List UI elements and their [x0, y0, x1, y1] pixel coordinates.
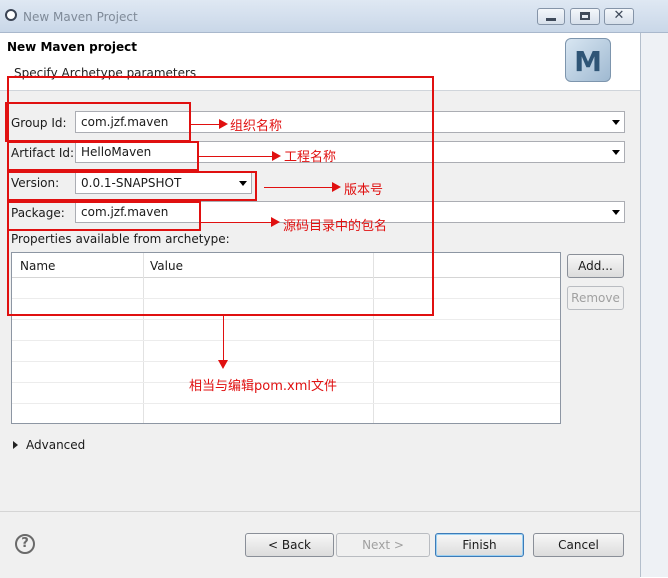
- add-property-button[interactable]: Add...: [567, 254, 624, 278]
- maven-logo-letter: M: [574, 45, 602, 78]
- table-row: [12, 340, 560, 341]
- dropdown-arrow-icon[interactable]: [612, 150, 620, 155]
- minimize-icon: [546, 18, 556, 21]
- annotation-arrow-line: [264, 187, 332, 188]
- annotation-arrow-line: [223, 316, 224, 360]
- annotation-artifact-id: 工程名称: [284, 150, 337, 165]
- annotation-arrow-head-icon: [332, 182, 341, 192]
- annotation-arrow-line: [201, 222, 271, 223]
- annotation-version: 版本号: [344, 183, 384, 198]
- dropdown-arrow-icon[interactable]: [612, 120, 620, 125]
- annotation-version-box: [7, 171, 257, 201]
- annotation-package: 源码目录中的包名: [283, 219, 388, 234]
- cancel-button[interactable]: Cancel: [533, 533, 624, 557]
- annotation-properties: 相当与编辑pom.xml文件: [189, 379, 337, 394]
- annotation-arrow-head-icon: [219, 119, 228, 129]
- background-window-edge: [640, 33, 668, 577]
- close-button[interactable]: ✕: [604, 8, 634, 25]
- next-button[interactable]: Next >: [336, 533, 430, 557]
- window-title: New Maven Project: [23, 10, 138, 24]
- dropdown-arrow-icon[interactable]: [612, 210, 620, 215]
- back-button[interactable]: < Back: [245, 533, 334, 557]
- annotation-group-id-box: [5, 102, 191, 142]
- table-row: [12, 403, 560, 404]
- maven-logo-icon: M: [565, 38, 611, 82]
- page-title: New Maven project: [7, 40, 138, 54]
- eclipse-app-icon: [5, 9, 17, 21]
- expand-triangle-icon[interactable]: [13, 441, 18, 449]
- annotation-package-box: [7, 201, 201, 231]
- annotation-group-id: 组织名称: [230, 119, 283, 134]
- finish-button[interactable]: Finish: [435, 533, 524, 557]
- maximize-icon: [580, 12, 590, 20]
- help-icon[interactable]: ?: [15, 534, 35, 554]
- annotation-artifact-id-box: [7, 141, 199, 171]
- close-icon: ✕: [613, 8, 625, 23]
- annotation-arrow-head-icon: [271, 217, 280, 227]
- table-row: [12, 361, 560, 362]
- annotation-arrow-line: [199, 156, 272, 157]
- annotation-arrow-head-icon: [272, 151, 281, 161]
- maximize-button[interactable]: [570, 8, 600, 25]
- annotation-arrow-line: [191, 124, 219, 125]
- minimize-button[interactable]: [537, 8, 565, 25]
- table-row: [12, 319, 560, 320]
- advanced-section-toggle[interactable]: Advanced: [26, 438, 85, 452]
- remove-property-button[interactable]: Remove: [567, 286, 624, 310]
- annotation-arrow-head-icon: [218, 360, 228, 369]
